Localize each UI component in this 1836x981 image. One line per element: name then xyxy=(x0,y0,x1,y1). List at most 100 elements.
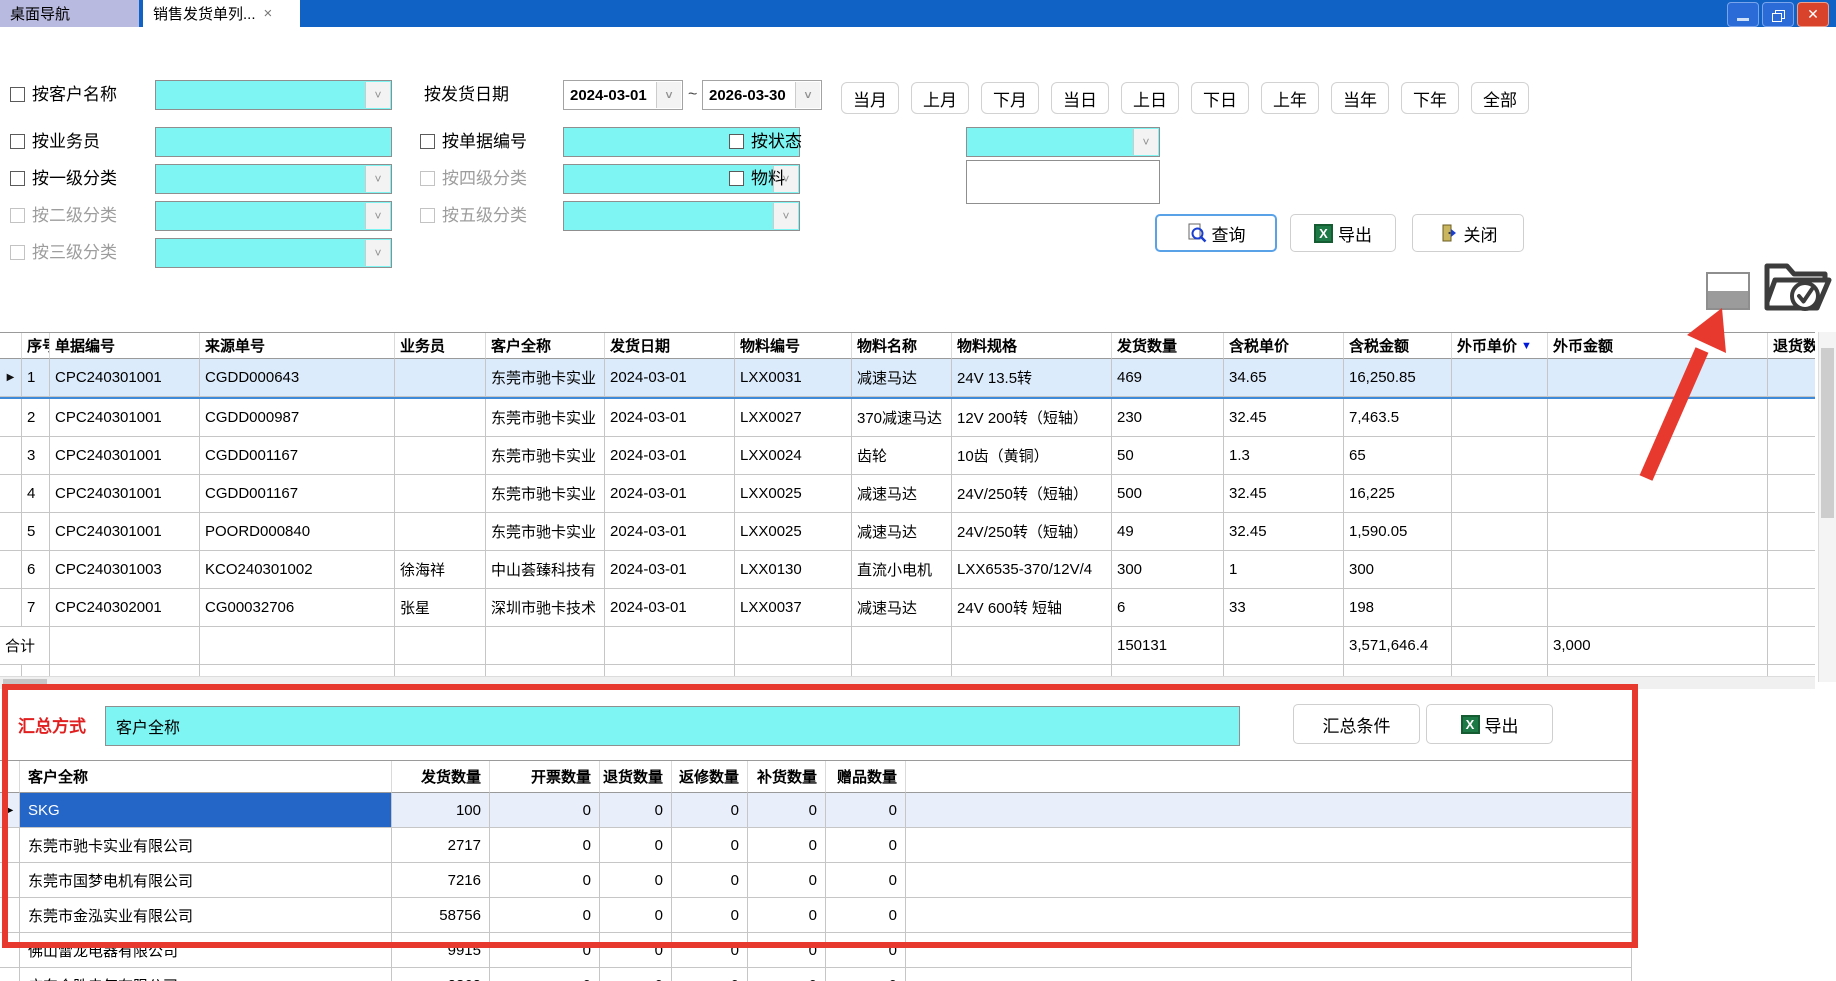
range-button-7[interactable]: 上年 xyxy=(1261,82,1319,114)
tab-desktop-nav[interactable]: 桌面导航 xyxy=(0,0,141,27)
folder-check-icon[interactable] xyxy=(1760,250,1834,325)
horizontal-scrollbar[interactable] xyxy=(0,676,1815,689)
table-row[interactable]: 6CPC240301003KCO240301002徐海祥中山荟臻科技有2024-… xyxy=(0,551,1815,589)
summary-row[interactable]: 广东合胜电气有限公司286200000 xyxy=(0,968,1632,981)
checkbox-doc-no[interactable] xyxy=(420,134,435,149)
column-header-price[interactable]: 含税单价 xyxy=(1224,333,1344,359)
summary-column-header-_filler[interactable] xyxy=(906,761,1632,793)
material-input[interactable] xyxy=(966,160,1160,204)
checkbox-category4[interactable] xyxy=(420,171,435,186)
checkbox-category1[interactable] xyxy=(10,171,25,186)
checkbox-customer-name[interactable] xyxy=(10,87,25,102)
total-cell-foreign_amount: 3,000 xyxy=(1548,627,1768,665)
customer-name-combo[interactable]: ˅ xyxy=(155,80,392,110)
close-form-button[interactable]: 关闭 xyxy=(1412,214,1524,252)
summary-column-header-replenish_qty[interactable]: 补货数量 xyxy=(748,761,826,793)
category1-combo[interactable]: ˅ xyxy=(155,164,392,194)
summary-condition-button[interactable]: 汇总条件 xyxy=(1293,704,1420,744)
minimize-button[interactable] xyxy=(1727,2,1759,27)
column-header-material_no[interactable]: 物料编号 xyxy=(735,333,852,359)
range-button-8[interactable]: 当年 xyxy=(1331,82,1389,114)
column-header-date[interactable]: 发货日期 xyxy=(605,333,735,359)
checkbox-category5[interactable] xyxy=(420,208,435,223)
table-row[interactable]: 7CPC240302001CG00032706张星深圳市驰卡技术2024-03-… xyxy=(0,589,1815,627)
chevron-down-icon[interactable]: ˅ xyxy=(1133,129,1158,155)
summary-row[interactable]: 东莞市金泓实业有限公司5875600000 xyxy=(0,898,1632,933)
summary-column-header-repair_qty[interactable]: 返修数量 xyxy=(672,761,748,793)
table-row[interactable]: 3CPC240301001CGDD001167东莞市驰卡实业2024-03-01… xyxy=(0,437,1815,475)
column-header-customer[interactable]: 客户全称 xyxy=(486,333,605,359)
table-row[interactable]: 5CPC240301001POORD000840东莞市驰卡实业2024-03-0… xyxy=(0,513,1815,551)
summary-method-input[interactable]: 客户全称 xyxy=(105,706,1240,746)
column-header-source_no[interactable]: 来源单号 xyxy=(200,333,395,359)
summary-column-header-ship_qty[interactable]: 发货数量 xyxy=(392,761,490,793)
range-button-1[interactable]: 当月 xyxy=(841,82,899,114)
tab-close-icon[interactable]: × xyxy=(264,6,273,21)
vertical-scrollbar-thumb[interactable] xyxy=(1821,348,1834,518)
checkbox-category3[interactable] xyxy=(10,245,25,260)
summary-column-header-invoice_qty[interactable]: 开票数量 xyxy=(490,761,600,793)
column-header-foreign_amount[interactable]: 外币金额 xyxy=(1548,333,1768,359)
status-combo[interactable]: ˅ xyxy=(966,127,1160,157)
range-button-10[interactable]: 全部 xyxy=(1471,82,1529,114)
checkbox-salesman[interactable] xyxy=(10,134,25,149)
summary-row[interactable]: 佛山雷龙电器有限公司991500000 xyxy=(0,933,1632,968)
column-header-qty[interactable]: 发货数量 xyxy=(1112,333,1224,359)
cell-material_name: 370减速马达 xyxy=(852,399,952,437)
cell-qty: 50 xyxy=(1112,437,1224,475)
category3-combo[interactable]: ˅ xyxy=(155,238,392,268)
category5-combo[interactable]: ˅ xyxy=(563,201,800,231)
column-header-material_name[interactable]: 物料名称 xyxy=(852,333,952,359)
table-row[interactable]: 4CPC240301001CGDD001167东莞市驰卡实业2024-03-01… xyxy=(0,475,1815,513)
filter-label-status: 按状态 xyxy=(751,127,802,157)
chevron-down-icon[interactable]: ˅ xyxy=(365,240,390,266)
checkbox-category2[interactable] xyxy=(10,208,25,223)
chevron-down-icon[interactable]: ˅ xyxy=(365,166,390,192)
cell-seq: 7 xyxy=(22,589,50,627)
category2-combo[interactable]: ˅ xyxy=(155,201,392,231)
table-row[interactable]: 2CPC240301001CGDD000987东莞市驰卡实业2024-03-01… xyxy=(0,399,1815,437)
restore-button[interactable] xyxy=(1762,2,1794,27)
cell-foreign_amount xyxy=(1548,399,1768,437)
column-header-foreign_price[interactable]: 外币单价▼ xyxy=(1452,333,1548,359)
summary-column-header-gift_qty[interactable]: 赠品数量 xyxy=(826,761,906,793)
date-from-combo[interactable]: 2024-03-01 ˅ xyxy=(563,80,683,110)
column-header-amount[interactable]: 含税金额 xyxy=(1344,333,1452,359)
range-button-4[interactable]: 当日 xyxy=(1051,82,1109,114)
range-button-5[interactable]: 上日 xyxy=(1121,82,1179,114)
half-filled-box-icon[interactable] xyxy=(1706,272,1750,310)
summary-row[interactable]: ▶SKG10000000 xyxy=(0,793,1632,828)
vertical-scrollbar[interactable] xyxy=(1818,332,1836,682)
summary-row[interactable]: 东莞市驰卡实业有限公司271700000 xyxy=(0,828,1632,863)
chevron-down-icon[interactable]: ˅ xyxy=(365,203,390,229)
column-header-salesman[interactable]: 业务员 xyxy=(395,333,486,359)
export-button[interactable]: X 导出 xyxy=(1290,214,1396,252)
cell-customer: 东莞市驰卡实业 xyxy=(486,399,605,437)
tab-sales-delivery-list[interactable]: 销售发货单列... × xyxy=(143,0,300,27)
summary-export-button[interactable]: X 导出 xyxy=(1426,704,1553,744)
summary-column-header-return_qty[interactable]: 退货数量 xyxy=(600,761,672,793)
close-window-button[interactable]: ✕ xyxy=(1797,2,1829,27)
column-header-seq[interactable]: 序号 xyxy=(22,333,50,359)
checkbox-material[interactable] xyxy=(729,171,744,186)
summary-row[interactable]: 东莞市国梦电机有限公司721600000 xyxy=(0,863,1632,898)
query-button[interactable]: 查询 xyxy=(1155,214,1277,252)
range-button-9[interactable]: 下年 xyxy=(1401,82,1459,114)
date-to-combo[interactable]: 2026-03-30 ˅ xyxy=(702,80,822,110)
cell-spec: 24V 600转 短轴 xyxy=(952,589,1112,627)
chevron-down-icon[interactable]: ˅ xyxy=(773,203,798,229)
chevron-down-icon[interactable]: ˅ xyxy=(795,82,820,108)
chevron-down-icon[interactable]: ˅ xyxy=(656,82,681,108)
chevron-down-icon[interactable]: ˅ xyxy=(365,82,390,108)
salesman-input[interactable] xyxy=(155,127,392,157)
column-header-doc_no[interactable]: 单据编号 xyxy=(50,333,200,359)
range-button-3[interactable]: 下月 xyxy=(981,82,1039,114)
table-row[interactable]: ▶1CPC240301001CGDD000643东莞市驰卡实业2024-03-0… xyxy=(0,359,1815,399)
column-header-spec[interactable]: 物料规格 xyxy=(952,333,1112,359)
checkbox-status[interactable] xyxy=(729,134,744,149)
horizontal-scrollbar-thumb[interactable] xyxy=(3,679,47,687)
range-button-2[interactable]: 上月 xyxy=(911,82,969,114)
range-button-6[interactable]: 下日 xyxy=(1191,82,1249,114)
column-header-return_qty[interactable]: 退货数量 xyxy=(1768,333,1815,359)
summary-column-header-customer[interactable]: 客户全称 xyxy=(20,761,392,793)
